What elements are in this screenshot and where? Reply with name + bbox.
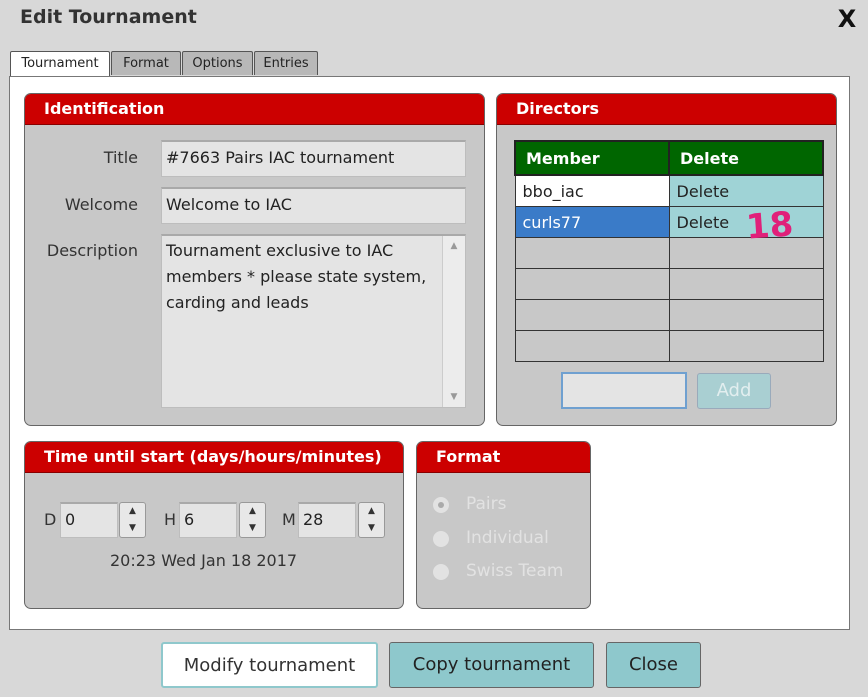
empty-cell	[668, 299, 824, 331]
welcome-input[interactable]: Welcome to IAC	[161, 187, 466, 224]
add-director-button[interactable]: Add	[697, 373, 771, 409]
directors-table: Member Delete bbo_iac Delete curls77 Del…	[514, 140, 824, 362]
window-title: Edit Tournament	[20, 6, 197, 28]
tab-options[interactable]: Options	[182, 51, 253, 75]
empty-cell	[514, 237, 670, 269]
minutes-stepper[interactable]: ▲ ▼	[358, 502, 385, 538]
modify-tournament-button[interactable]: Modify tournament	[161, 642, 378, 688]
description-text: Tournament exclusive to IAC members * pl…	[166, 241, 427, 312]
chevron-up-icon[interactable]: ▲	[120, 503, 145, 520]
empty-cell	[668, 237, 824, 269]
days-label: D	[44, 510, 57, 529]
empty-cell	[514, 330, 670, 362]
empty-cell	[514, 268, 670, 300]
hours-input[interactable]: 6	[179, 502, 237, 538]
hours-label: H	[164, 510, 177, 529]
radio-button[interactable]	[432, 496, 450, 514]
chevron-down-icon[interactable]: ▼	[359, 520, 384, 537]
title-input[interactable]: #7663 Pairs IAC tournament	[161, 140, 466, 177]
radio-label: Individual	[466, 528, 549, 548]
close-icon[interactable]: X	[834, 6, 860, 32]
description-textarea[interactable]: Tournament exclusive to IAC members * pl…	[161, 234, 466, 408]
minutes-label: M	[282, 510, 296, 529]
chevron-up-icon[interactable]: ▲	[359, 503, 384, 520]
delete-column-header: Delete	[668, 140, 824, 176]
directors-table-header: Member Delete	[514, 140, 824, 176]
radio-label: Swiss Team	[466, 561, 564, 581]
member-cell[interactable]: curls77	[514, 206, 670, 238]
directors-header: Directors	[497, 94, 836, 125]
add-director-input[interactable]	[561, 372, 687, 409]
description-scrollbar[interactable]: ▲ ▼	[442, 236, 465, 407]
annotation-number: 18	[744, 204, 795, 248]
tab-entries[interactable]: Entries	[254, 51, 318, 75]
identification-header: Identification	[25, 94, 484, 125]
format-panel: Format	[416, 441, 591, 609]
radio-button[interactable]	[432, 530, 450, 548]
table-row	[514, 268, 824, 300]
table-row	[514, 330, 824, 362]
start-datetime: 20:23 Wed Jan 18 2017	[110, 551, 298, 570]
tab-tournament[interactable]: Tournament	[10, 51, 110, 78]
empty-cell	[514, 299, 670, 331]
close-button[interactable]: Close	[606, 642, 701, 688]
delete-cell[interactable]: Delete	[668, 174, 824, 207]
chevron-up-icon[interactable]: ▲	[240, 503, 265, 520]
minutes-input[interactable]: 28	[298, 502, 356, 538]
scroll-down-icon[interactable]: ▼	[443, 387, 465, 407]
table-row	[514, 299, 824, 331]
member-column-header: Member	[514, 140, 670, 176]
scroll-up-icon[interactable]: ▲	[443, 236, 465, 256]
copy-tournament-button[interactable]: Copy tournament	[389, 642, 594, 688]
days-input[interactable]: 0	[60, 502, 118, 538]
member-cell[interactable]: bbo_iac	[514, 174, 670, 207]
hours-stepper[interactable]: ▲ ▼	[239, 502, 266, 538]
days-stepper[interactable]: ▲ ▼	[119, 502, 146, 538]
tab-format[interactable]: Format	[111, 51, 181, 75]
welcome-label: Welcome	[64, 195, 138, 214]
radio-label: Pairs	[466, 494, 507, 514]
empty-cell	[668, 330, 824, 362]
chevron-down-icon[interactable]: ▼	[240, 520, 265, 537]
table-row[interactable]: bbo_iac Delete	[514, 174, 824, 207]
description-label: Description	[46, 241, 138, 260]
radio-button[interactable]	[432, 563, 450, 581]
chevron-down-icon[interactable]: ▼	[120, 520, 145, 537]
format-header: Format	[417, 442, 590, 473]
time-until-start-header: Time until start (days/hours/minutes)	[25, 442, 403, 473]
empty-cell	[668, 268, 824, 300]
title-label: Title	[103, 148, 138, 167]
